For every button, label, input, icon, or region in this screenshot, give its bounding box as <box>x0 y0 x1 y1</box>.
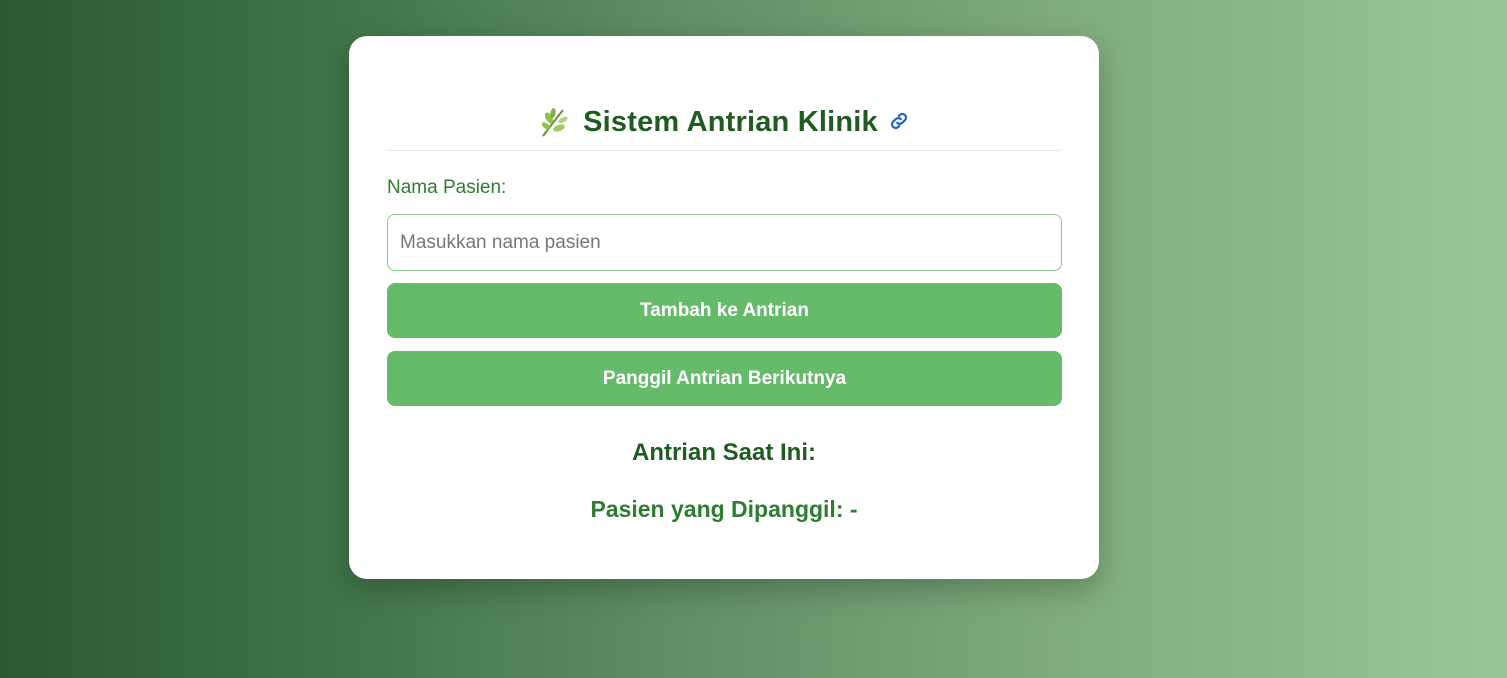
called-patient-value: - <box>849 496 858 522</box>
call-next-button[interactable]: Panggil Antrian Berikutnya <box>387 351 1062 406</box>
queue-card: Sistem Antrian Klinik Nama Pasien: Tamba… <box>349 36 1099 579</box>
page-title: Sistem Antrian Klinik <box>583 106 878 138</box>
patient-name-label: Nama Pasien: <box>387 177 507 198</box>
called-patient-label: Pasien yang Dipanggil: <box>590 496 844 522</box>
link-icon[interactable] <box>888 110 910 132</box>
herb-icon <box>541 108 568 137</box>
current-queue-heading: Antrian Saat Ini: <box>631 439 817 466</box>
patient-name-input[interactable] <box>387 214 1062 271</box>
add-to-queue-button[interactable]: Tambah ke Antrian <box>387 283 1062 338</box>
header: Sistem Antrian Klinik <box>387 104 1062 151</box>
called-patient: Pasien yang Dipanggil: - <box>349 492 1099 526</box>
